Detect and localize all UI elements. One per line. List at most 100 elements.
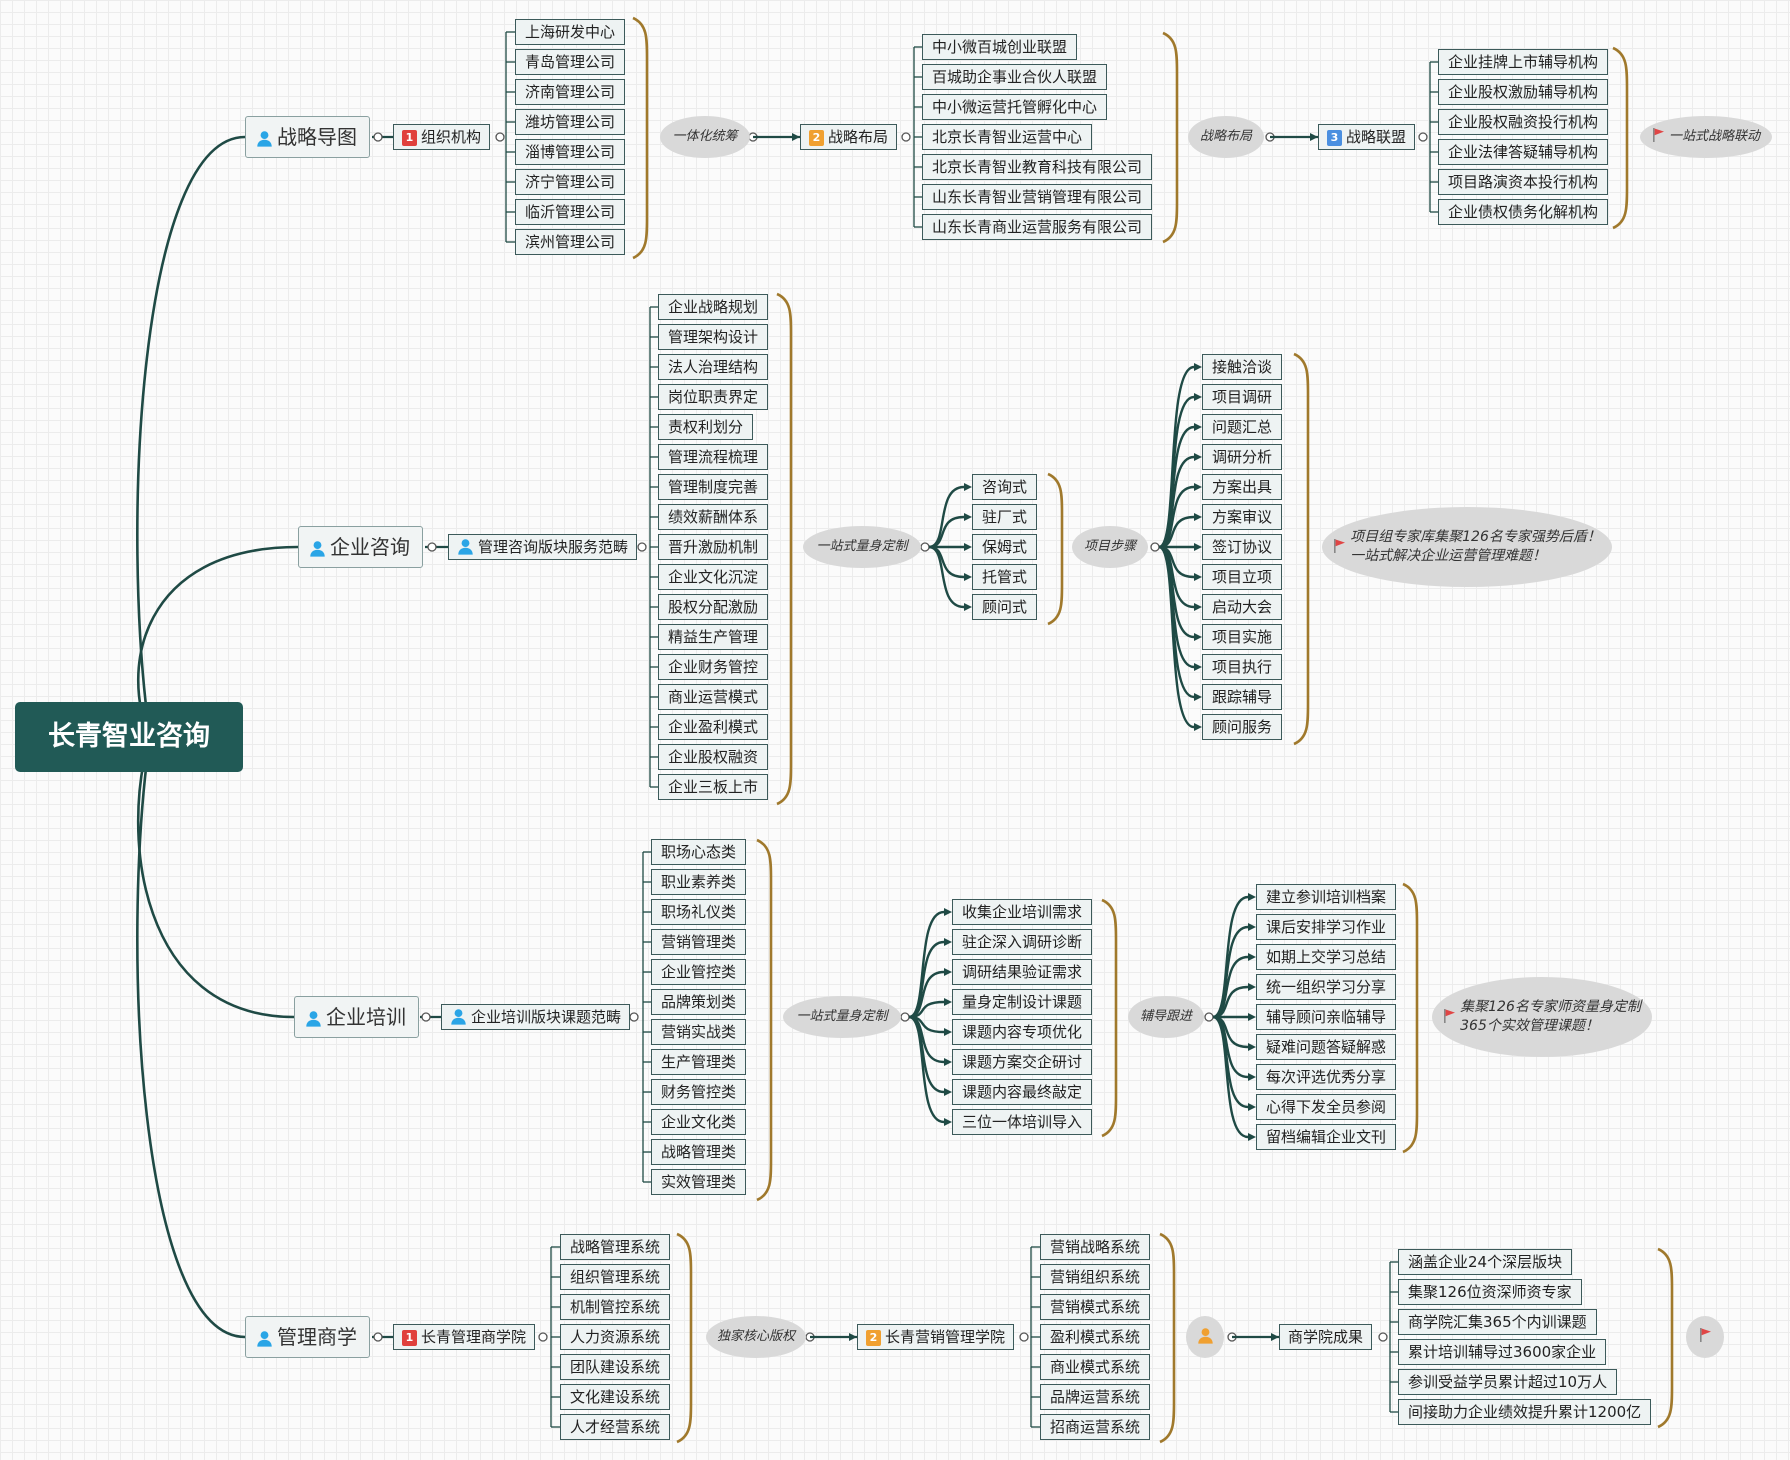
leaf-organization[interactable]: 济宁管理公司 (515, 169, 626, 195)
leaf-school-result[interactable]: 涵盖企业24个深层版块 (1398, 1249, 1573, 1275)
leaf-consulting-scope[interactable]: 绩效薪酬体系 (658, 504, 769, 530)
leaf-project-step[interactable]: 调研分析 (1202, 444, 1283, 470)
leaf-consulting-scope[interactable]: 责权利划分 (658, 414, 754, 440)
leaf-strategic-layout[interactable]: 北京长青智业教育科技有限公司 (922, 154, 1153, 180)
leaf-organization[interactable]: 济南管理公司 (515, 79, 626, 105)
leaf-project-step[interactable]: 跟踪辅导 (1202, 684, 1283, 710)
leaf-consulting-scope[interactable]: 企业财务管控 (658, 654, 769, 680)
leaf-strategic-alliance[interactable]: 企业挂牌上市辅导机构 (1438, 49, 1609, 75)
leaf-tutoring-step[interactable]: 每次评选优秀分享 (1256, 1064, 1397, 1090)
leaf-school-result[interactable]: 参训受益学员累计超过10万人 (1398, 1369, 1618, 1395)
leaf-strategic-layout[interactable]: 中小微运营托管孵化中心 (922, 94, 1108, 120)
leaf-organization[interactable]: 临沂管理公司 (515, 199, 626, 225)
leaf-marketing-system[interactable]: 招商运营系统 (1040, 1414, 1151, 1440)
leaf-marketing-system[interactable]: 营销组织系统 (1040, 1264, 1151, 1290)
label-strategic-layout[interactable]: 战略布局 (1188, 116, 1264, 158)
leaf-school-result[interactable]: 累计培训辅导过3600家企业 (1398, 1339, 1607, 1365)
leaf-tutoring-step[interactable]: 疑难问题答疑解惑 (1256, 1034, 1397, 1060)
leaf-tutoring-step[interactable]: 辅导顾问亲临辅导 (1256, 1004, 1397, 1030)
leaf-project-step[interactable]: 项目调研 (1202, 384, 1283, 410)
leaf-organization[interactable]: 潍坊管理公司 (515, 109, 626, 135)
leaf-strategic-layout[interactable]: 北京长青智业运营中心 (922, 124, 1093, 150)
branch-enterprise-training[interactable]: 企业培训 (294, 996, 419, 1038)
leaf-school-result[interactable]: 间接助力企业绩效提升累计1200亿 (1398, 1399, 1652, 1425)
leaf-consulting-scope[interactable]: 精益生产管理 (658, 624, 769, 650)
leaf-organization[interactable]: 滨州管理公司 (515, 229, 626, 255)
node-training-scope[interactable]: 企业培训版块课题范畴 (441, 1004, 631, 1030)
leaf-consulting-scope[interactable]: 管理制度完善 (658, 474, 769, 500)
leaf-organization[interactable]: 淄博管理公司 (515, 139, 626, 165)
flag-marker[interactable] (1686, 1316, 1724, 1358)
leaf-consulting-scope[interactable]: 企业战略规划 (658, 294, 769, 320)
leaf-training-process[interactable]: 课题方案交企研讨 (952, 1049, 1093, 1075)
leaf-marketing-system[interactable]: 营销模式系统 (1040, 1294, 1151, 1320)
leaf-consulting-mode[interactable]: 保姆式 (972, 534, 1038, 560)
leaf-project-step[interactable]: 启动大会 (1202, 594, 1283, 620)
leaf-strategic-alliance[interactable]: 企业股权融资投行机构 (1438, 109, 1609, 135)
leaf-organization[interactable]: 青岛管理公司 (515, 49, 626, 75)
leaf-training-scope[interactable]: 企业管控类 (651, 959, 747, 985)
leaf-management-system[interactable]: 人才经营系统 (560, 1414, 671, 1440)
leaf-tutoring-step[interactable]: 统一组织学习分享 (1256, 974, 1397, 1000)
person-marker[interactable] (1186, 1316, 1224, 1358)
leaf-management-system[interactable]: 战略管理系统 (560, 1234, 671, 1260)
leaf-project-step[interactable]: 项目立项 (1202, 564, 1283, 590)
node-organization[interactable]: 1 组织机构 (393, 124, 491, 150)
branch-management-business-school[interactable]: 管理商学 (245, 1316, 370, 1358)
label-exclusive-copyright[interactable]: 独家核心版权 (706, 1316, 806, 1358)
label-project-steps[interactable]: 项目步骤 (1072, 526, 1148, 568)
leaf-organization[interactable]: 上海研发中心 (515, 19, 626, 45)
leaf-training-scope[interactable]: 财务管控类 (651, 1079, 747, 1105)
leaf-strategic-alliance[interactable]: 企业法律答疑辅导机构 (1438, 139, 1609, 165)
leaf-training-process[interactable]: 课题内容专项优化 (952, 1019, 1093, 1045)
leaf-consulting-mode[interactable]: 顾问式 (972, 594, 1038, 620)
leaf-training-scope[interactable]: 职场心态类 (651, 839, 747, 865)
leaf-project-step[interactable]: 方案审议 (1202, 504, 1283, 530)
node-marketing-school[interactable]: 2 长青营销管理学院 (857, 1324, 1015, 1350)
leaf-management-system[interactable]: 人力资源系统 (560, 1324, 671, 1350)
leaf-marketing-system[interactable]: 商业模式系统 (1040, 1354, 1151, 1380)
leaf-training-scope[interactable]: 营销实战类 (651, 1019, 747, 1045)
leaf-training-scope[interactable]: 生产管理类 (651, 1049, 747, 1075)
leaf-project-step[interactable]: 问题汇总 (1202, 414, 1283, 440)
leaf-marketing-system[interactable]: 盈利模式系统 (1040, 1324, 1151, 1350)
leaf-marketing-system[interactable]: 营销战略系统 (1040, 1234, 1151, 1260)
leaf-training-process[interactable]: 调研结果验证需求 (952, 959, 1093, 985)
leaf-consulting-scope[interactable]: 岗位职责界定 (658, 384, 769, 410)
leaf-project-step[interactable]: 接触洽谈 (1202, 354, 1283, 380)
leaf-project-step[interactable]: 签订协议 (1202, 534, 1283, 560)
leaf-school-result[interactable]: 商学院汇集365个内训课题 (1398, 1309, 1597, 1335)
leaf-strategic-alliance[interactable]: 企业股权激励辅导机构 (1438, 79, 1609, 105)
node-consulting-scope[interactable]: 管理咨询版块服务范畴 (448, 534, 638, 560)
label-custom-made[interactable]: 一站式量身定制 (803, 526, 921, 568)
leaf-consulting-scope[interactable]: 企业三板上市 (658, 774, 769, 800)
label-tutoring-follow-up[interactable]: 辅导跟进 (1128, 996, 1204, 1038)
leaf-consulting-scope[interactable]: 企业文化沉淀 (658, 564, 769, 590)
leaf-consulting-scope[interactable]: 股权分配激励 (658, 594, 769, 620)
node-school-results[interactable]: 商学院成果 (1279, 1324, 1373, 1350)
leaf-consulting-scope[interactable]: 商业运营模式 (658, 684, 769, 710)
leaf-school-result[interactable]: 集聚126位资深师资专家 (1398, 1279, 1582, 1305)
branch-strategy-map[interactable]: 战略导图 (245, 116, 370, 158)
leaf-consulting-scope[interactable]: 法人治理结构 (658, 354, 769, 380)
leaf-consulting-mode[interactable]: 托管式 (972, 564, 1038, 590)
leaf-management-system[interactable]: 文化建设系统 (560, 1384, 671, 1410)
leaf-training-process[interactable]: 驻企深入调研诊断 (952, 929, 1093, 955)
leaf-consulting-scope[interactable]: 企业盈利模式 (658, 714, 769, 740)
leaf-strategic-alliance[interactable]: 项目路演资本投行机构 (1438, 169, 1609, 195)
leaf-marketing-system[interactable]: 品牌运营系统 (1040, 1384, 1151, 1410)
label-expert-courses[interactable]: 集聚126名专家师资量身定制 365个实效管理课题！ (1432, 977, 1652, 1057)
node-strategic-alliance[interactable]: 3 战略联盟 (1318, 124, 1416, 150)
leaf-tutoring-step[interactable]: 建立参训培训档案 (1256, 884, 1397, 910)
leaf-training-process[interactable]: 量身定制设计课题 (952, 989, 1093, 1015)
label-expert-backing[interactable]: 项目组专家库集聚126名专家强势后盾！ 一站式解决企业运营管理难题！ (1322, 507, 1612, 587)
leaf-consulting-mode[interactable]: 驻厂式 (972, 504, 1038, 530)
leaf-tutoring-step[interactable]: 心得下发全员参阅 (1256, 1094, 1397, 1120)
leaf-consulting-scope[interactable]: 企业股权融资 (658, 744, 769, 770)
label-integration[interactable]: 一体化统筹 (660, 116, 750, 158)
leaf-strategic-layout[interactable]: 山东长青商业运营服务有限公司 (922, 214, 1153, 240)
leaf-training-scope[interactable]: 品牌策划类 (651, 989, 747, 1015)
leaf-project-step[interactable]: 顾问服务 (1202, 714, 1283, 740)
leaf-tutoring-step[interactable]: 如期上交学习总结 (1256, 944, 1397, 970)
leaf-strategic-layout[interactable]: 中小微百城创业联盟 (922, 34, 1078, 60)
